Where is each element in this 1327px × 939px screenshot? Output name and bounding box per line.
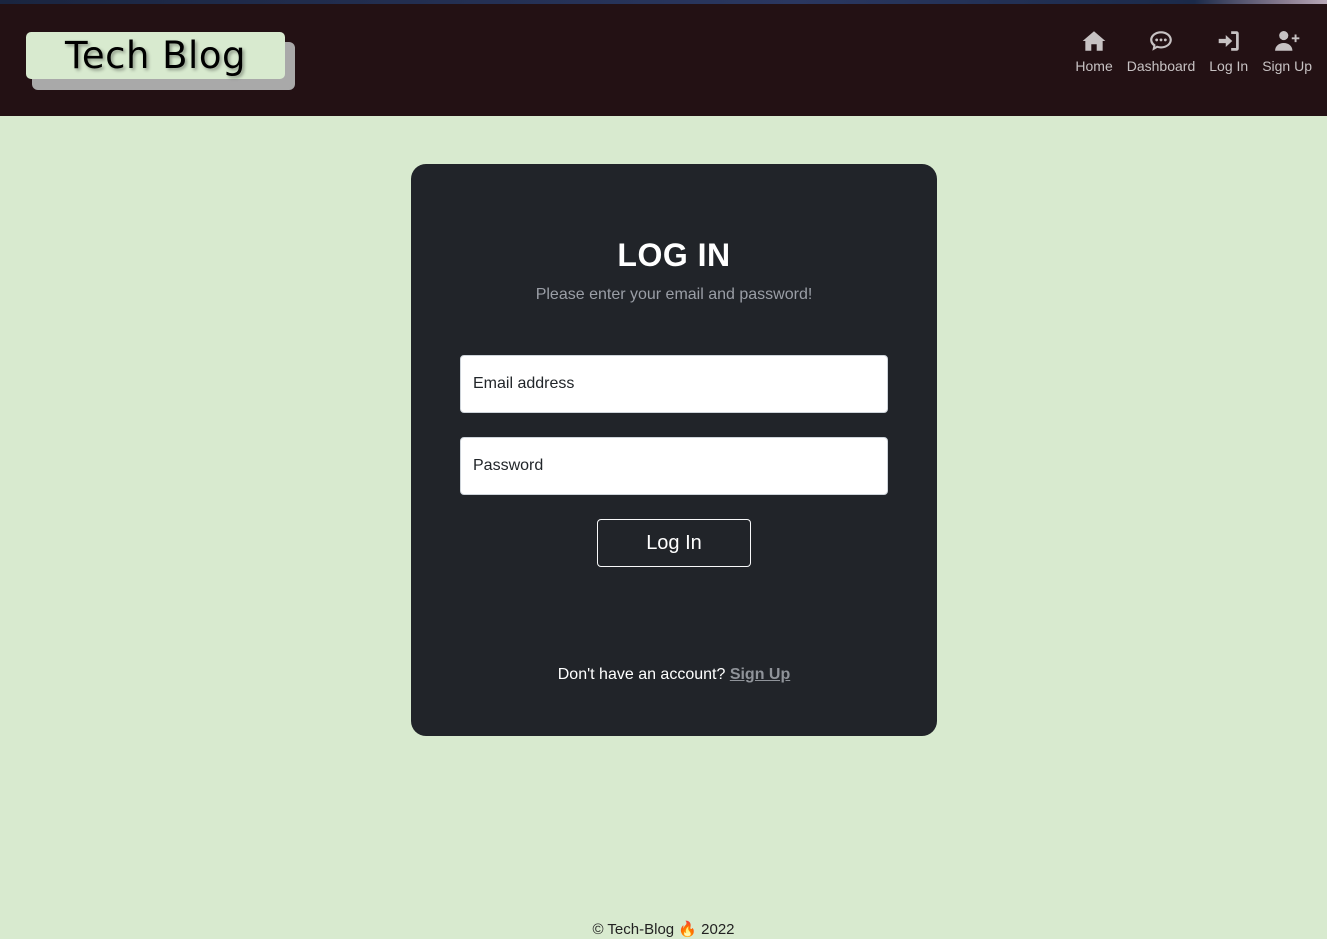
password-field[interactable] (460, 437, 888, 495)
comment-icon (1150, 31, 1172, 51)
nav-login[interactable]: Log In (1202, 28, 1255, 74)
login-title: LOG IN (617, 237, 731, 273)
nav-signup-label: Sign Up (1262, 58, 1312, 74)
sign-in-icon (1218, 31, 1239, 51)
logo-box[interactable]: Tech Blog (26, 32, 285, 79)
signup-prompt-text: Don't have an account? (557, 666, 730, 683)
home-icon (1082, 31, 1106, 51)
signup-link[interactable]: Sign Up (730, 666, 790, 683)
login-subtitle: Please enter your email and password! (535, 286, 813, 303)
site-header: Tech Blog Home Dashboard Log In Sign Up (0, 4, 1327, 116)
main-nav: Home Dashboard Log In Sign Up (1068, 28, 1319, 74)
nav-signup[interactable]: Sign Up (1255, 28, 1319, 74)
nav-home-label: Home (1075, 58, 1113, 74)
login-button[interactable]: Log In (597, 519, 751, 567)
site-footer: © Tech-Blog 🔥 2022 (0, 920, 1327, 938)
nav-login-label: Log In (1209, 58, 1249, 74)
login-card: LOG IN Please enter your email and passw… (411, 164, 937, 736)
user-plus-icon (1275, 31, 1300, 51)
nav-home[interactable]: Home (1068, 28, 1119, 74)
nav-dashboard-label: Dashboard (1126, 58, 1196, 74)
email-field[interactable] (460, 355, 888, 413)
logo-text: Tech Blog (65, 34, 246, 77)
nav-dashboard[interactable]: Dashboard (1120, 28, 1203, 74)
footer-text: © Tech-Blog 🔥 2022 (592, 921, 735, 938)
signup-prompt: Don't have an account? Sign Up (411, 666, 937, 684)
